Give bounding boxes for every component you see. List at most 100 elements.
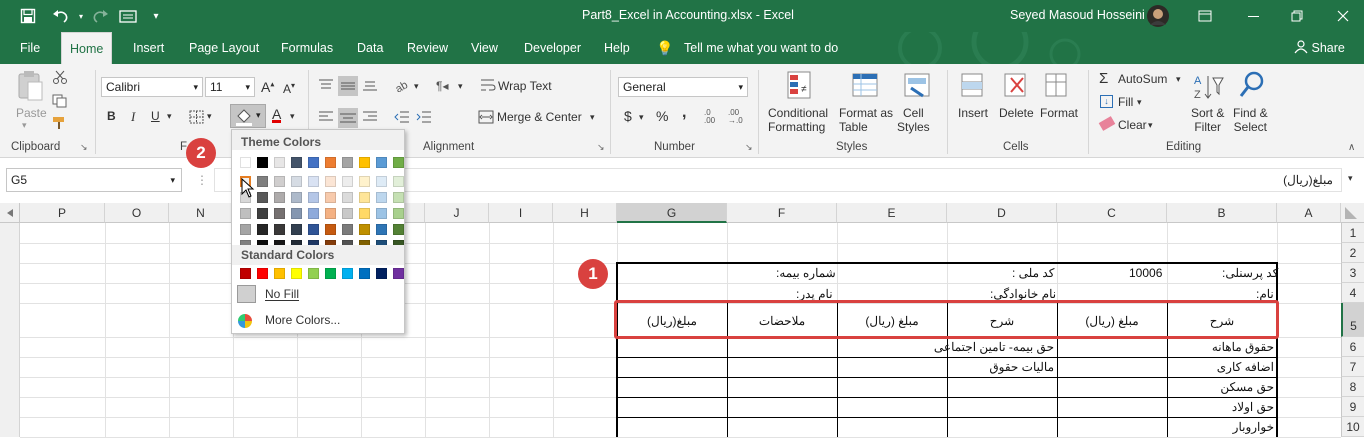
standard-color-swatch[interactable]: [257, 268, 268, 279]
fill-color-button[interactable]: ▾: [230, 104, 266, 128]
theme-shade-swatch[interactable]: [325, 208, 336, 219]
item-cell-b[interactable]: حق مسکن: [1220, 380, 1274, 394]
column-header-h[interactable]: H: [553, 203, 617, 223]
eraser-icon[interactable]: [1098, 116, 1116, 131]
theme-color-swatch[interactable]: [376, 157, 387, 168]
form-icon[interactable]: [116, 3, 140, 29]
cell-styles-icon[interactable]: [903, 70, 931, 102]
row-header-1[interactable]: 1: [1341, 223, 1364, 243]
format-as-table-button[interactable]: Format as Table: [839, 106, 893, 134]
find-select-button[interactable]: Find & Select: [1233, 106, 1268, 134]
name-box[interactable]: G5 ▾: [6, 168, 182, 192]
customize-qat-icon[interactable]: ▾: [148, 3, 164, 29]
fill-dropdown-icon[interactable]: ▾: [1137, 97, 1142, 108]
increase-font-icon[interactable]: A▴: [261, 79, 274, 95]
merge-center-button[interactable]: Merge & Center: [497, 110, 582, 124]
column-header-p[interactable]: P: [20, 203, 105, 223]
theme-shade-swatch[interactable]: [325, 192, 336, 203]
tab-help[interactable]: Help: [604, 32, 630, 64]
delete-cells-icon[interactable]: [1003, 70, 1029, 102]
item-cell-b[interactable]: حق اولاد: [1232, 400, 1274, 414]
column-header-c[interactable]: C: [1057, 203, 1167, 223]
theme-shade-swatch[interactable]: [274, 224, 285, 235]
conditional-formatting-icon[interactable]: ≠: [786, 70, 814, 102]
theme-shade-swatch[interactable]: [274, 208, 285, 219]
italic-button[interactable]: I: [131, 109, 135, 125]
theme-shade-swatch[interactable]: [342, 224, 353, 235]
number-launcher-icon[interactable]: ↘: [745, 142, 753, 153]
item-cell-d[interactable]: مالیات حقوق: [989, 360, 1054, 374]
theme-shade-swatch[interactable]: [342, 208, 353, 219]
theme-shade-swatch[interactable]: [257, 176, 268, 187]
theme-shade-swatch[interactable]: [308, 192, 319, 203]
theme-shade-swatch[interactable]: [393, 208, 404, 219]
autosum-button[interactable]: AutoSum: [1118, 72, 1167, 86]
decrease-decimal-icon[interactable]: .00 →.0: [728, 109, 743, 125]
theme-shade-swatch[interactable]: [376, 208, 387, 219]
theme-shade-swatch[interactable]: [291, 176, 302, 187]
select-all-corner[interactable]: [1341, 203, 1364, 223]
standard-color-swatch[interactable]: [308, 268, 319, 279]
row-header-5[interactable]: 5: [1341, 303, 1364, 337]
row-header-3[interactable]: 3: [1341, 263, 1364, 283]
item-cell-b[interactable]: حقوق ماهانه: [1212, 340, 1274, 354]
tab-home[interactable]: Home: [61, 32, 113, 64]
theme-shade-swatch[interactable]: [359, 192, 370, 203]
redo-icon[interactable]: [88, 3, 112, 29]
increase-decimal-icon[interactable]: .0.00: [704, 109, 715, 125]
column-header-b[interactable]: B: [1167, 203, 1277, 223]
theme-shade-swatch[interactable]: [359, 224, 370, 235]
theme-shade-swatch[interactable]: [274, 192, 285, 203]
tab-view[interactable]: View: [471, 32, 498, 64]
theme-shade-swatch[interactable]: [325, 224, 336, 235]
row-header-10[interactable]: 10: [1341, 417, 1364, 437]
align-middle-icon[interactable]: [338, 76, 358, 96]
save-icon[interactable]: [16, 3, 40, 29]
orientation-dropdown-icon[interactable]: ▾: [414, 81, 419, 92]
paste-button[interactable]: Paste: [16, 106, 47, 120]
standard-color-swatch[interactable]: [359, 268, 370, 279]
tab-page-layout[interactable]: Page Layout: [189, 32, 259, 64]
font-name-select[interactable]: Calibri ▾: [101, 77, 203, 97]
font-color-icon[interactable]: A: [272, 107, 282, 123]
tab-developer[interactable]: Developer: [524, 32, 581, 64]
theme-color-swatch[interactable]: [359, 157, 370, 168]
cell-c3[interactable]: 10006: [1129, 266, 1162, 280]
autosum-icon[interactable]: Σ: [1099, 70, 1108, 87]
paste-dropdown-icon[interactable]: ▾: [22, 120, 27, 131]
theme-shade-swatch[interactable]: [257, 224, 268, 235]
align-right-icon[interactable]: [362, 110, 378, 124]
insert-cells-icon[interactable]: [960, 70, 986, 102]
column-header-o[interactable]: O: [105, 203, 169, 223]
close-icon[interactable]: [1330, 3, 1356, 29]
font-size-select[interactable]: 11 ▾: [205, 77, 255, 97]
cell-f3[interactable]: شماره بیمه:: [776, 266, 836, 280]
increase-indent-icon[interactable]: [416, 110, 432, 124]
cell-b4[interactable]: نام:: [1256, 287, 1274, 301]
column-header-a[interactable]: A: [1277, 203, 1341, 223]
theme-shade-swatch[interactable]: [376, 224, 387, 235]
cell-styles-button[interactable]: Cell Styles: [897, 106, 930, 134]
wrap-text-button[interactable]: Wrap Text: [498, 79, 552, 93]
theme-color-swatch[interactable]: [342, 157, 353, 168]
column-header-f[interactable]: F: [727, 203, 837, 223]
theme-shade-swatch[interactable]: [274, 176, 285, 187]
theme-shade-swatch[interactable]: [376, 176, 387, 187]
standard-color-swatch[interactable]: [376, 268, 387, 279]
more-options-icon[interactable]: ⋮: [196, 173, 208, 187]
row-header-2[interactable]: 2: [1341, 243, 1364, 263]
worksheet-grid[interactable]: PONMLKJIHGFEDCBA 12345678910 کد پرسنلی: …: [0, 203, 1364, 438]
delete-cells-button[interactable]: Delete: [999, 106, 1034, 120]
bold-button[interactable]: B: [107, 109, 116, 123]
align-bottom-icon[interactable]: [362, 78, 378, 92]
align-left-icon[interactable]: [318, 110, 334, 124]
theme-color-swatch[interactable]: [325, 157, 336, 168]
theme-color-swatch[interactable]: [291, 157, 302, 168]
avatar[interactable]: [1146, 3, 1170, 29]
theme-shade-swatch[interactable]: [359, 208, 370, 219]
number-format-select[interactable]: General ▾: [618, 77, 748, 97]
borders-icon[interactable]: [189, 110, 205, 124]
theme-shade-swatch[interactable]: [308, 208, 319, 219]
currency-button[interactable]: $: [624, 108, 632, 124]
column-header-g[interactable]: G: [617, 203, 727, 223]
